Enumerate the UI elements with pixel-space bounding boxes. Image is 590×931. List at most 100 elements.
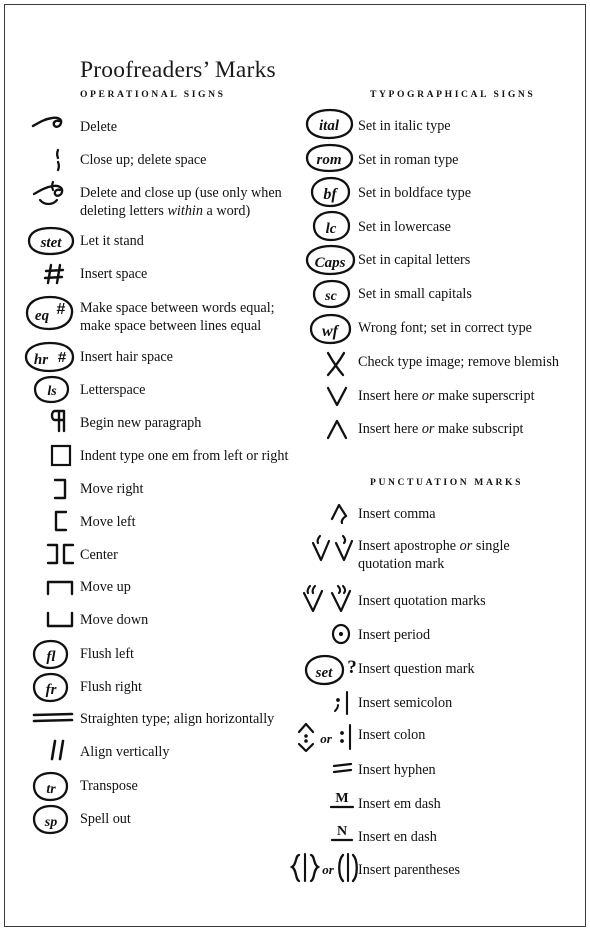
svg-text:sc: sc [324,289,337,304]
label-insert-em-dash: Insert em dash [358,796,441,812]
label-insert-semicolon: Insert semicolon [358,695,453,711]
insert-colon-mark: or [295,722,357,753]
svg-text:wf: wf [322,323,340,340]
label-insert-period: Insert period [358,627,431,643]
hair-space-mark: hr # [23,341,77,373]
label-insert-comma: Insert comma [358,506,436,522]
svg-text:eq: eq [35,308,50,324]
label-set-lowercase: Set in lowercase [358,219,451,235]
italic-mark: ital [303,108,357,140]
label-superscript: Insert here or make superscript [358,388,535,404]
label-flush-left: Flush left [80,646,134,662]
label-insert-question: Insert question mark [358,661,475,677]
label-move-right: Move right [80,481,144,497]
label-flush-right: Flush right [80,679,142,695]
label-set-italic: Set in italic type [358,118,451,134]
label-move-down: Move down [80,612,149,628]
letterspace-mark: ls [33,375,71,405]
flush-right-mark: fr [31,672,71,704]
label-letterspace: Letterspace [80,382,146,398]
transpose-mark: tr [31,771,71,803]
insert-hyphen-mark [330,760,356,778]
insert-parentheses-mark: or [286,852,358,884]
label-wrong-font: Wrong font; set in correct type [358,320,532,336]
label-let-it-stand: Let it stand [80,233,144,249]
delete-and-close-up-mark [31,180,69,212]
svg-text:hr: hr [34,352,48,368]
section-heading-punctuation: PUNCTUATION MARKS [370,477,524,488]
insert-apostrophe-mark [310,534,358,564]
label-set-capitals: Set in capital letters [358,252,471,268]
align-vertically-mark [48,738,70,762]
svg-text:Caps: Caps [315,255,346,271]
superscript-caret-mark [324,385,350,409]
move-up-mark [45,577,77,599]
svg-text:?: ? [347,657,357,678]
svg-text:set: set [315,665,333,681]
insert-space-mark [43,262,67,286]
label-new-paragraph: Begin new paragraph [80,415,202,431]
label-set-roman: Set in roman type [358,152,459,168]
svg-text:fl: fl [46,649,56,665]
label-check-type-image: Check type image; remove blemish [358,354,559,370]
svg-text:N: N [337,824,347,839]
label-set-small-capitals: Set in small capitals [358,286,472,302]
svg-text:ital: ital [319,118,340,134]
spell-out-mark: sp [31,804,71,836]
flush-left-mark: fl [31,639,71,671]
label-insert-en-dash: Insert en dash [358,829,437,845]
center-mark [44,542,78,566]
label-set-boldface: Set in boldface type [358,185,472,201]
label-delete: Delete [80,119,118,135]
capital-letters-mark: Caps [303,244,359,276]
straighten-type-mark [32,710,74,726]
svg-text:#: # [58,349,67,366]
small-capitals-mark: sc [311,278,353,310]
svg-text:or: or [320,731,333,746]
label-indent-em: Indent type one em from left or right [80,448,289,464]
svg-text:M: M [335,791,348,806]
insert-en-dash-mark: N [327,821,357,847]
label-delete-and-close-up: Delete and close up (use only when delet… [80,185,282,219]
close-up-mark [42,148,66,172]
svg-text:sp: sp [44,815,57,830]
svg-text:#: # [57,301,66,318]
delete-dele-mark [31,113,67,133]
label-insert-quotation: Insert quotation marks [358,593,486,609]
roman-mark: rom [303,142,357,174]
insert-semicolon-mark [330,690,356,716]
section-heading-typographical: TYPOGRAPHICAL SIGNS [370,89,536,100]
svg-text:or: or [322,862,335,877]
label-transpose: Transpose [80,778,138,794]
move-down-mark [45,609,77,631]
wrong-font-mark: wf [307,311,355,345]
label-hair-space: Insert hair space [80,349,173,365]
svg-text:ls: ls [47,384,57,399]
label-move-up: Move up [80,579,131,595]
move-left-mark [50,509,72,533]
label-insert-space: Insert space [80,266,148,282]
insert-quotation-mark [300,584,358,614]
insert-question-mark: set ? [303,653,359,687]
label-insert-colon: Insert colon [358,727,426,743]
stet-mark: stet [26,226,76,256]
label-insert-apostrophe: Insert apostrophe or single quotation ma… [358,538,510,572]
label-align-vertically: Align vertically [80,744,170,760]
subscript-caret-mark [324,418,350,442]
insert-period-mark [330,622,352,646]
insert-comma-mark [328,501,352,525]
lowercase-mark: lc [311,210,353,242]
svg-text:tr: tr [46,782,56,797]
svg-text:lc: lc [326,221,337,237]
insert-em-dash-mark: M [327,788,357,814]
label-subscript: Insert here or make subscript [358,421,524,437]
indent-em-mark [48,443,74,469]
svg-text:bf: bf [323,186,338,203]
label-straighten-type: Straighten type; align horizontally [80,711,275,727]
new-paragraph-mark [48,408,72,434]
page-title: Proofreaders’ Marks [80,56,276,83]
label-move-left: Move left [80,514,136,530]
label-center: Center [80,547,118,563]
label-spell-out: Spell out [80,811,131,827]
svg-text:rom: rom [316,152,341,168]
